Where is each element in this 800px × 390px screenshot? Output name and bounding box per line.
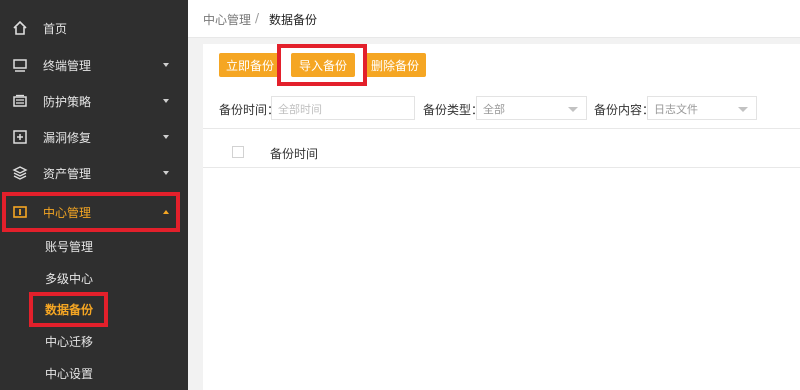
sub-item-account-management[interactable]: 账号管理 [0,230,188,262]
sub-item-label: 数据备份 [45,303,94,317]
select-all-checkbox[interactable] [232,146,244,158]
import-backup-button[interactable]: 导入备份 [291,53,355,77]
chevron-down-icon [163,63,169,67]
monitor-icon [12,57,28,73]
nav-label: 防护策略 [43,94,92,109]
home-icon [12,20,28,36]
chevron-up-icon [163,210,169,214]
backup-time-label: 备份时间： [219,103,280,117]
backup-type-value: 全部 [483,103,505,116]
sub-item-label: 中心设置 [45,367,94,381]
sub-item-center-settings[interactable]: 中心设置 [0,357,188,389]
layers-icon [12,165,28,181]
breadcrumb: 中心管理 / 数据备份 [188,0,800,38]
backup-panel: 立即备份 导入备份 删除备份 备份时间： 全部时间 备份类型： 全部 备份内容：… [203,44,800,390]
nav-item-strategy[interactable]: 防护策略 [0,83,188,119]
nav-item-vuln-fix[interactable]: 漏洞修复 [0,119,188,155]
sub-item-multi-level-center[interactable]: 多级中心 [0,262,188,294]
breadcrumb-current: 数据备份 [269,13,318,27]
chevron-down-icon [163,99,169,103]
nav-label: 终端管理 [43,58,92,73]
table-header: 备份时间 [203,128,800,168]
sub-item-center-migration[interactable]: 中心迁移 [0,325,188,357]
backup-now-button[interactable]: 立即备份 [219,53,281,77]
chevron-down-icon [163,171,169,175]
sub-item-label: 账号管理 [45,240,94,254]
main-content: 中心管理 / 数据备份 立即备份 导入备份 删除备份 备份时间： 全部时间 备份… [188,0,800,390]
backup-type-label: 备份类型： [423,103,484,117]
nav-item-home[interactable]: 首页 [0,10,188,46]
backup-content-value: 日志文件 [654,103,698,116]
sub-item-label: 多级中心 [45,272,94,286]
nav-item-terminal[interactable]: 终端管理 [0,47,188,83]
breadcrumb-parent[interactable]: 中心管理 [203,11,251,28]
chevron-down-icon [738,107,748,112]
nav-label: 漏洞修复 [43,130,92,145]
nav-item-assets[interactable]: 资产管理 [0,155,188,191]
chevron-down-icon [568,107,578,112]
breadcrumb-separator: / [255,11,260,25]
backup-time-placeholder: 全部时间 [278,103,322,116]
nav-label: 资产管理 [43,166,92,181]
backup-time-input[interactable]: 全部时间 [271,96,415,120]
backup-content-label: 备份内容： [594,103,655,117]
backup-content-select[interactable]: 日志文件 [647,96,757,120]
chevron-down-icon [163,135,169,139]
center-icon [12,204,28,220]
delete-backup-button[interactable]: 删除备份 [364,53,426,77]
plus-box-icon [12,129,28,145]
sidebar: 首页 终端管理 防护策略 漏洞修复 资产管理 中心管理 账号管理 多级中心 数据… [0,0,188,390]
sub-item-data-backup[interactable]: 数据备份 [0,293,188,325]
sub-item-label: 中心迁移 [45,335,94,349]
column-header-backup-time[interactable]: 备份时间 [270,145,318,162]
backup-type-select[interactable]: 全部 [476,96,587,120]
nav-label: 中心管理 [43,205,92,220]
strategy-icon [12,93,28,109]
nav-label: 首页 [43,21,68,36]
nav-item-center-management[interactable]: 中心管理 [0,194,188,230]
